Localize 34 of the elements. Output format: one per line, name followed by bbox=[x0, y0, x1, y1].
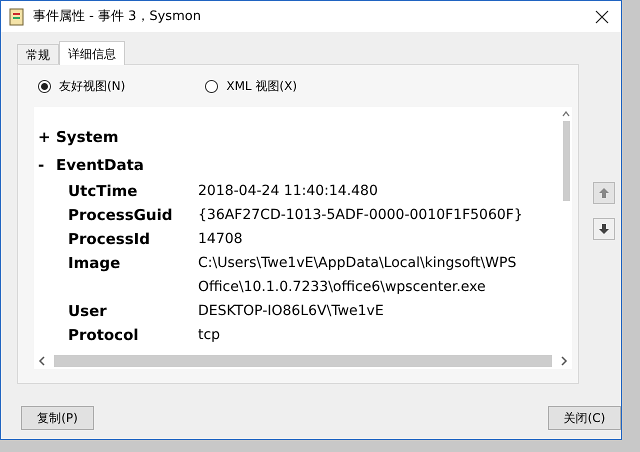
field-name: ProcessGuid bbox=[68, 205, 174, 226]
field-value: 2018-04-24 11:40:14.480 bbox=[198, 182, 379, 201]
field-name: Protocol bbox=[68, 325, 140, 346]
tab[interactable]: 详细信息 bbox=[59, 41, 125, 65]
field-value: 14708 bbox=[198, 230, 244, 249]
expand-toggle[interactable]: - bbox=[38, 154, 56, 176]
field-name: ProcessId bbox=[68, 229, 151, 250]
expand-toggle[interactable]: + bbox=[38, 126, 56, 148]
event-log-icon bbox=[9, 8, 25, 26]
field-name: Image bbox=[68, 253, 122, 274]
down-arrow-icon bbox=[598, 223, 610, 235]
tree-node[interactable]: System bbox=[56, 126, 118, 148]
radio-icon bbox=[205, 80, 218, 92]
close-button[interactable]: 关闭(C) bbox=[548, 406, 621, 430]
field-name: User bbox=[68, 301, 108, 322]
field-value: tcp bbox=[198, 326, 222, 345]
field-name: UtcTime bbox=[68, 181, 138, 202]
radio-icon bbox=[38, 80, 51, 92]
field-value: C:\Users\Twe1vE\AppData\Local\kingsoft\WPS Office\10.1.0.7233\office6\wpscenter.exe bbox=[198, 254, 518, 297]
tree-node[interactable]: EventData bbox=[56, 154, 144, 176]
view-radio[interactable]: 友好视图(N) bbox=[38, 77, 126, 95]
copy-button[interactable]: 复制(P) bbox=[21, 406, 94, 430]
move-down-button[interactable] bbox=[593, 218, 615, 240]
tab[interactable]: 常规 bbox=[17, 44, 59, 64]
scroll-left-icon[interactable] bbox=[38, 356, 46, 366]
up-arrow-icon bbox=[598, 187, 610, 199]
field-value: DESKTOP-IO86L6V\Twe1vE bbox=[198, 302, 385, 321]
scroll-up-icon[interactable] bbox=[562, 111, 570, 117]
field-value: {36AF27CD-1013-5ADF-0000-0010F1F5060F} bbox=[198, 206, 524, 225]
scroll-right-icon[interactable] bbox=[560, 356, 568, 366]
window-title: 事件属性 - 事件 3，Sysmon bbox=[33, 8, 202, 26]
view-radio[interactable]: XML 视图(X) bbox=[205, 77, 298, 95]
close-icon[interactable] bbox=[595, 10, 609, 24]
move-up-button[interactable] bbox=[593, 182, 615, 204]
